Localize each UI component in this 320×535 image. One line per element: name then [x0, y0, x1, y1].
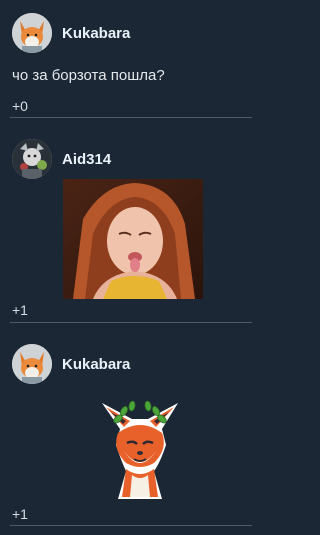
fox-avatar-icon[interactable] — [12, 344, 52, 384]
woman-tongue-out-gif[interactable] — [63, 179, 203, 299]
vote-score[interactable]: +1 — [12, 506, 28, 522]
comment-header: Aid314 — [12, 138, 111, 180]
comment-header: Kukabara — [12, 343, 130, 385]
vote-score[interactable]: +1 — [12, 302, 28, 318]
vote-score[interactable]: +0 — [12, 98, 28, 114]
divider — [10, 525, 252, 526]
divider — [10, 117, 252, 118]
comment-header: Kukabara — [12, 12, 130, 54]
comment-text: чо за борзота пошла? — [12, 67, 165, 84]
comment-feed: Kukabara чо за борзота пошла? +0 Aid314 … — [0, 0, 253, 535]
fox-laurel-sticker[interactable] — [96, 383, 184, 501]
divider — [10, 322, 252, 323]
username[interactable]: Kukabara — [62, 356, 130, 373]
fox-avatar-icon[interactable] — [12, 13, 52, 53]
username[interactable]: Kukabara — [62, 25, 130, 42]
character-avatar-icon[interactable] — [12, 139, 52, 179]
username[interactable]: Aid314 — [62, 151, 111, 168]
